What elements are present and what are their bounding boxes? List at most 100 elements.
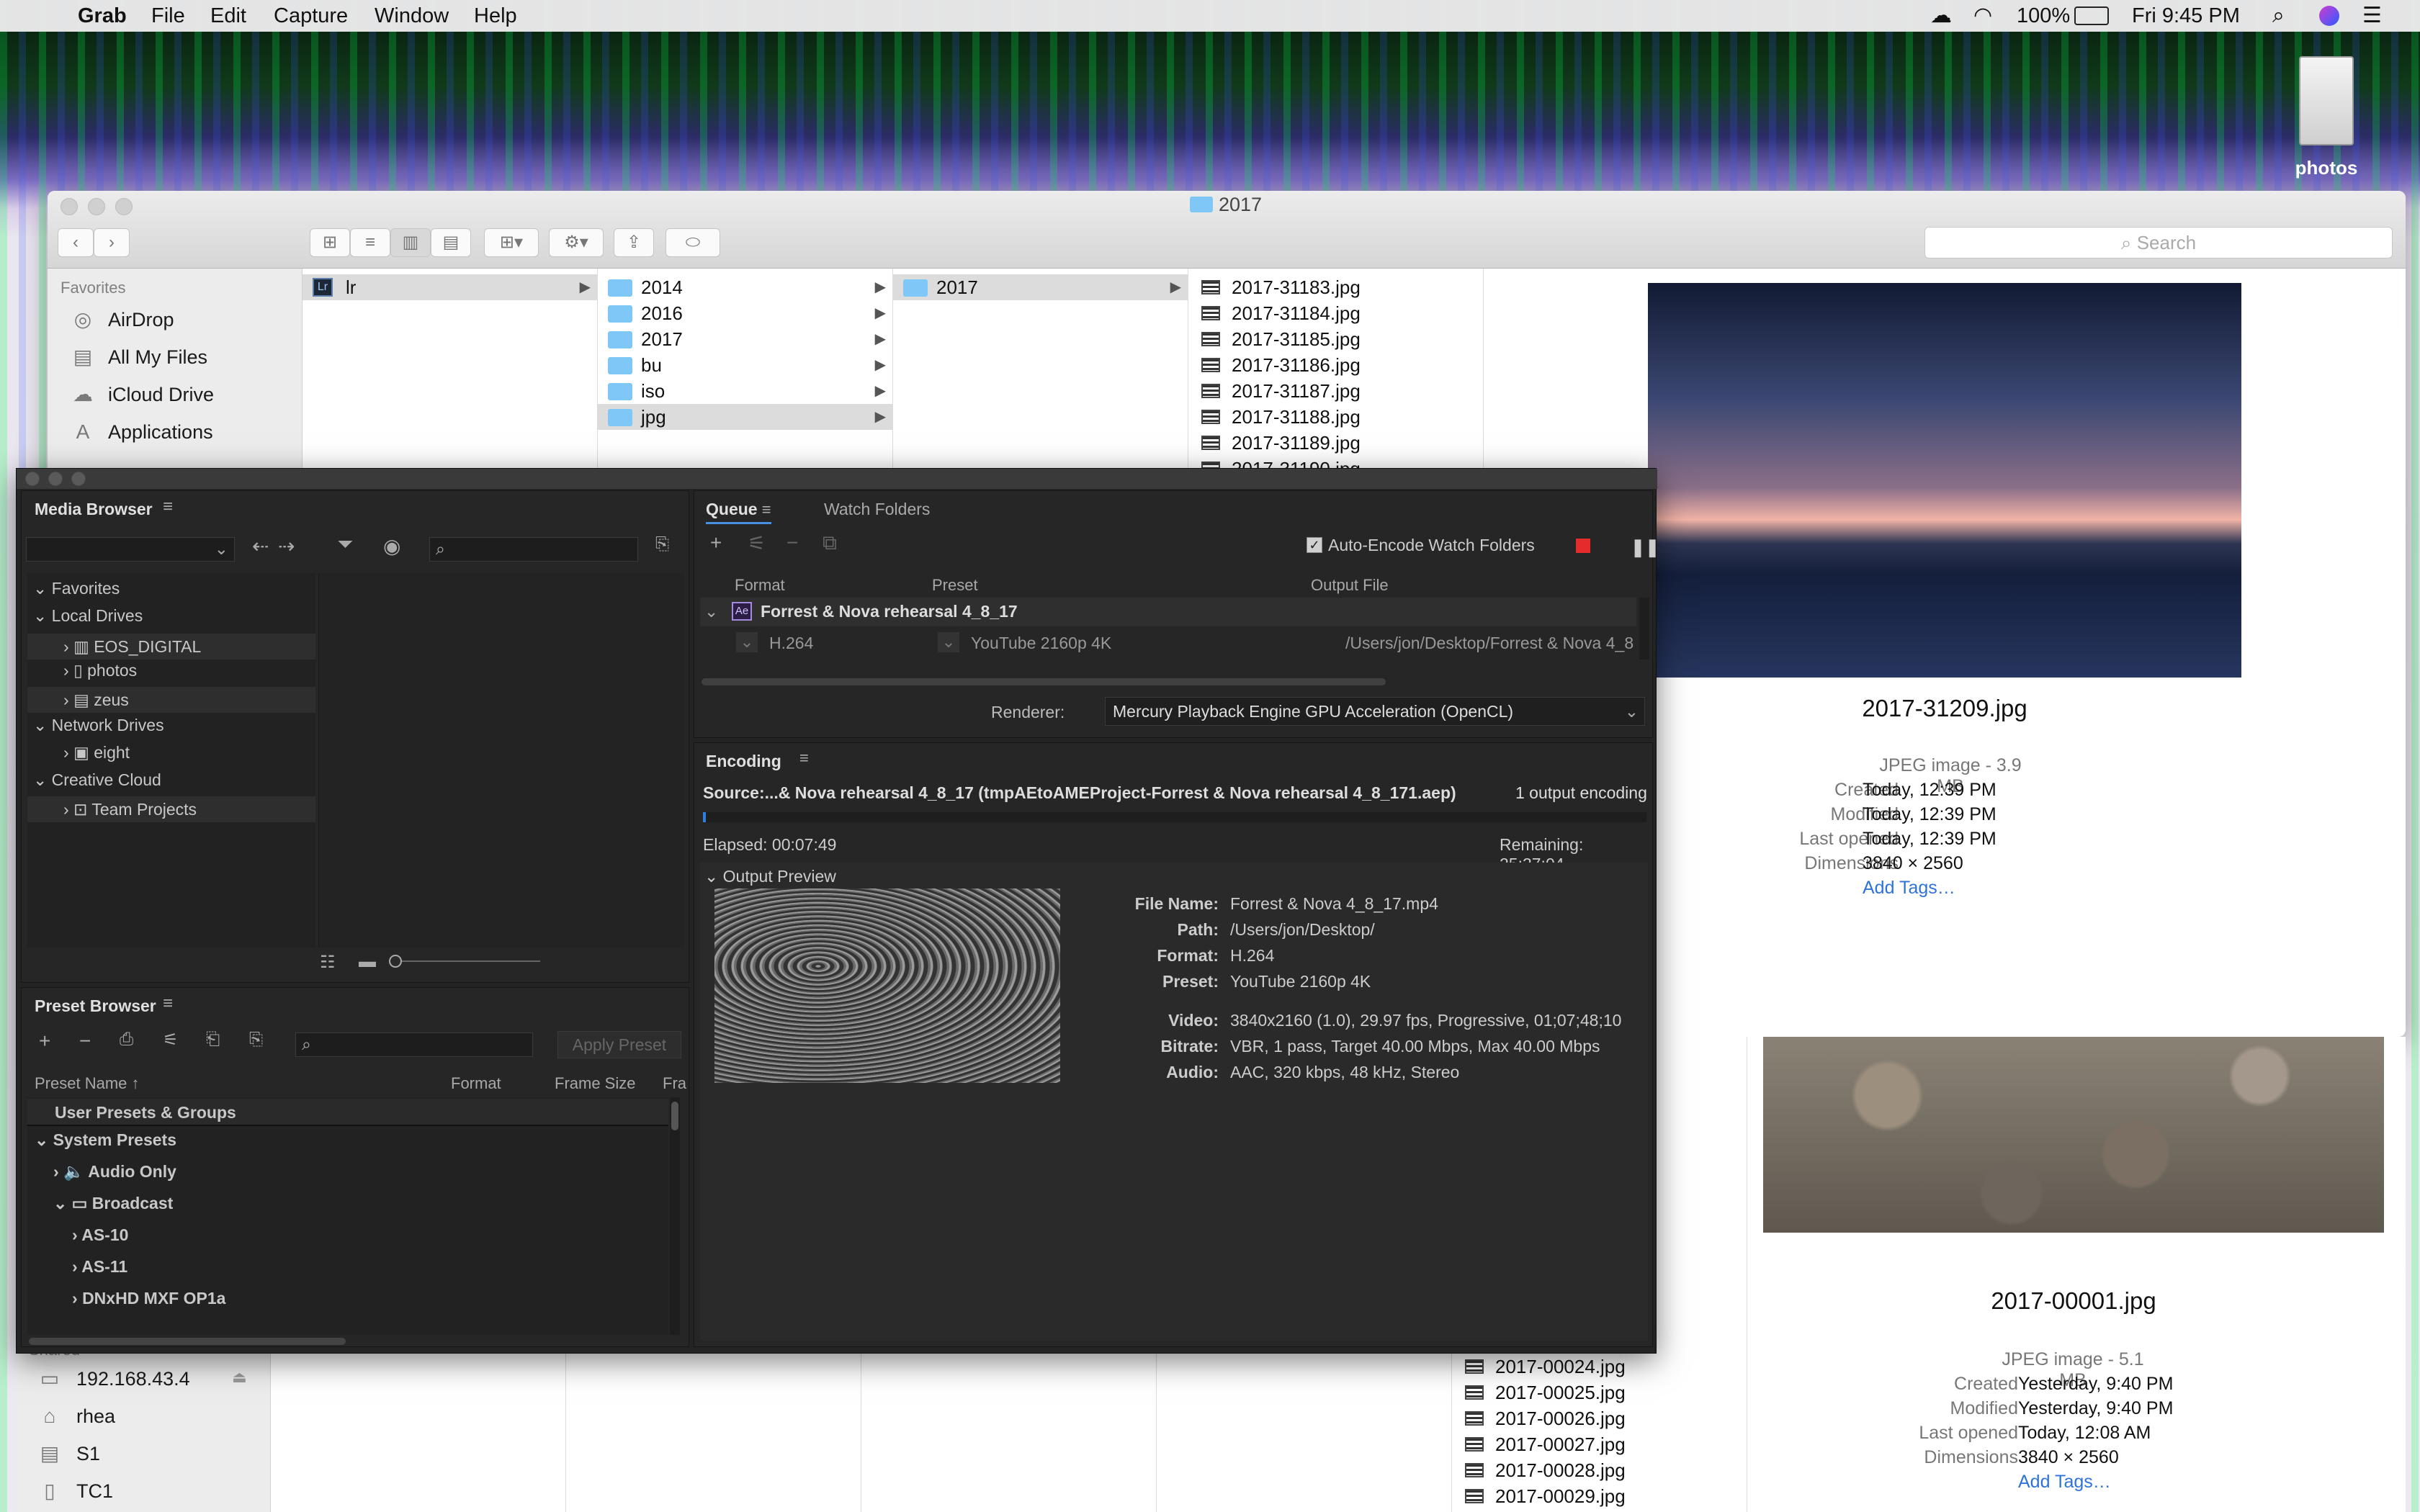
cover-flow-button[interactable]: ▤ — [431, 228, 471, 257]
column-view-button[interactable]: ▥ — [390, 228, 431, 257]
menu-clock[interactable]: Fri 9:45 PM — [2132, 0, 2240, 32]
tree-item-as11[interactable]: › AS-11 — [72, 1257, 127, 1277]
creative-cloud-icon[interactable]: ☁ — [1930, 0, 1952, 32]
thumbnail-view-icon[interactable]: ▬ — [359, 952, 376, 972]
remove-preset-icon[interactable]: − — [79, 1030, 91, 1053]
add-output-icon[interactable]: ⚟ — [748, 531, 766, 555]
pause-queue-button[interactable]: ❚❚ — [1631, 537, 1659, 558]
view-icon[interactable]: ◉ — [383, 534, 400, 558]
sidebar-item-applications[interactable]: A Applications — [48, 414, 302, 450]
search-field[interactable]: ⌕ Search — [1924, 227, 2393, 258]
back-button[interactable]: ‹ — [58, 228, 94, 257]
list-view-button[interactable]: ≡ — [350, 228, 390, 257]
minimize-button[interactable] — [88, 198, 105, 215]
tree-item-local-drives[interactable]: ⌄ Local Drives — [33, 606, 143, 626]
back-arrow-icon[interactable]: ⇠ — [252, 534, 269, 558]
add-source-icon[interactable]: + — [710, 531, 722, 554]
tree-item-creative-cloud[interactable]: ⌄ Creative Cloud — [33, 770, 161, 790]
column-row-bu[interactable]: bu ▶ — [598, 352, 893, 378]
file-row[interactable]: 2017-31183.jpg — [1188, 274, 1361, 300]
tab-watch-folders[interactable]: Watch Folders — [824, 500, 930, 519]
tree-item-system-presets[interactable]: ⌄ System Presets — [35, 1130, 176, 1150]
column-row-2017[interactable]: 2017 ▶ — [598, 326, 893, 352]
sidebar-item-tc1[interactable]: ▯ TC1 — [16, 1475, 271, 1511]
column-row-2016[interactable]: 2016 ▶ — [598, 300, 893, 326]
zoom-slider-handle[interactable] — [389, 955, 402, 968]
media-search-input[interactable]: ⌕ — [429, 537, 638, 562]
tree-item-audio-only[interactable]: › 🔈 Audio Only — [53, 1162, 176, 1182]
output-file-path[interactable]: /Users/jon/Desktop/Forrest & Nova 4_8 — [1345, 634, 1634, 653]
file-row[interactable]: 2017-00025.jpg — [1452, 1380, 1626, 1405]
panel-menu-icon[interactable]: ≡ — [163, 497, 173, 517]
action-gear-button[interactable]: ⚙▾ — [549, 228, 604, 257]
renderer-dropdown[interactable]: Mercury Playback Engine GPU Acceleration… — [1105, 697, 1645, 726]
queue-item-source[interactable]: ⌄ Ae Forrest & Nova rehearsal 4_8_17 — [700, 598, 1636, 626]
file-row[interactable]: 2017-00029.jpg — [1452, 1483, 1626, 1509]
column-row-iso[interactable]: iso ▶ — [598, 378, 893, 404]
tree-item-broadcast[interactable]: ⌄ ▭ Broadcast — [53, 1194, 173, 1213]
wifi-icon[interactable]: ◠ — [1973, 0, 1992, 32]
queue-item-output[interactable]: ⌄ H.264 ⌄ YouTube 2160p 4K /Users/jon/De… — [700, 628, 1636, 657]
icon-view-button[interactable]: ⊞ — [310, 228, 350, 257]
forward-button[interactable]: › — [94, 228, 130, 257]
column-header-preset-name[interactable]: Preset Name ↑ — [35, 1074, 140, 1093]
tree-item-photos[interactable]: › ▯ photos — [63, 661, 137, 680]
share-button[interactable]: ⇪ — [614, 228, 654, 257]
file-row[interactable]: 2017-00028.jpg — [1452, 1457, 1626, 1483]
settings-icon[interactable]: ⚟ — [163, 1030, 179, 1050]
tree-item-eight[interactable]: › ▣ eight — [63, 743, 130, 762]
tree-item-team-projects[interactable]: › ⊡ Team Projects — [27, 796, 315, 822]
new-group-icon[interactable]: ⎙ — [120, 1030, 133, 1050]
tab-queue[interactable]: Queue ≡ — [706, 500, 771, 524]
spotlight-search-icon[interactable]: ⌕ — [2272, 0, 2285, 32]
file-row[interactable]: 2017-31187.jpg — [1188, 378, 1361, 404]
remove-icon[interactable]: − — [786, 531, 798, 554]
zoom-button[interactable] — [115, 198, 133, 215]
sidebar-item-rhea[interactable]: ⌂ rhea — [16, 1400, 271, 1436]
tree-item-zeus[interactable]: › ▤ zeus — [27, 687, 315, 713]
sidebar-item-all-my-files[interactable]: ▤ All My Files — [48, 339, 302, 375]
desktop-icon-photos[interactable] — [2283, 56, 2370, 150]
panel-menu-icon[interactable]: ≡ — [799, 749, 809, 768]
panel-menu-icon[interactable]: ≡ — [163, 994, 173, 1014]
import-preset-icon[interactable]: ⎗ — [206, 1030, 220, 1050]
tree-item-favorites[interactable]: ⌄ Favorites — [33, 579, 120, 598]
tree-item-dnxhd-mxf-op1a[interactable]: › DNxHD MXF OP1a — [72, 1289, 225, 1308]
column-row-jpg[interactable]: jpg ▶ — [598, 404, 893, 430]
menu-window[interactable]: Window — [375, 0, 449, 32]
output-preview-toggle[interactable]: ⌄ Output Preview — [704, 867, 836, 886]
column-header-preset[interactable]: Preset — [932, 576, 978, 595]
preset-dropdown-icon[interactable]: ⌄ — [938, 632, 959, 652]
menu-help[interactable]: Help — [474, 0, 517, 32]
vertical-scrollbar[interactable] — [670, 1097, 680, 1335]
file-row[interactable]: 2017-00027.jpg — [1452, 1431, 1626, 1457]
list-view-icon[interactable]: ☷ — [320, 952, 336, 973]
zoom-slider[interactable] — [389, 960, 540, 962]
sidebar-item-s1[interactable]: ▤ S1 — [16, 1437, 271, 1473]
close-button[interactable] — [60, 198, 78, 215]
file-row[interactable]: 2017-31189.jpg — [1188, 430, 1361, 456]
add-preset-icon[interactable]: + — [39, 1030, 50, 1053]
menu-capture[interactable]: Capture — [274, 0, 348, 32]
add-tags-link[interactable]: Add Tags… — [2018, 1472, 2111, 1493]
location-dropdown[interactable]: ⌄ — [26, 537, 235, 562]
forward-arrow-icon[interactable]: ⇢ — [278, 534, 295, 558]
eject-icon[interactable]: ⏏ — [232, 1368, 247, 1387]
column-row-2014[interactable]: 2014 ▶ — [598, 274, 893, 300]
scrollbar-thumb[interactable] — [671, 1102, 678, 1130]
notification-center-icon[interactable]: ☰ — [2362, 0, 2382, 32]
arrange-button[interactable]: ⊞▾ — [484, 228, 539, 257]
column-header-frame-size[interactable]: Frame Size — [555, 1074, 635, 1093]
tree-item-user-presets[interactable]: User Presets & Groups — [27, 1099, 668, 1126]
file-row[interactable]: 2017-31188.jpg — [1188, 404, 1361, 430]
battery-icon[interactable] — [2074, 6, 2109, 25]
queue-horizontal-scrollbar[interactable] — [702, 678, 1386, 685]
column-header-format[interactable]: Format — [735, 576, 785, 595]
export-preset-icon[interactable]: ⎘ — [249, 1030, 263, 1050]
menu-app-name[interactable]: Grab — [78, 0, 127, 32]
filter-icon[interactable]: ⏷ — [337, 533, 353, 557]
tree-item-eos-digital[interactable]: › ▥ EOS_DIGITAL — [27, 634, 315, 660]
apply-preset-button[interactable]: Apply Preset — [557, 1031, 681, 1058]
menu-file[interactable]: File — [151, 0, 185, 32]
file-row[interactable]: 2017-00024.jpg — [1452, 1354, 1626, 1380]
